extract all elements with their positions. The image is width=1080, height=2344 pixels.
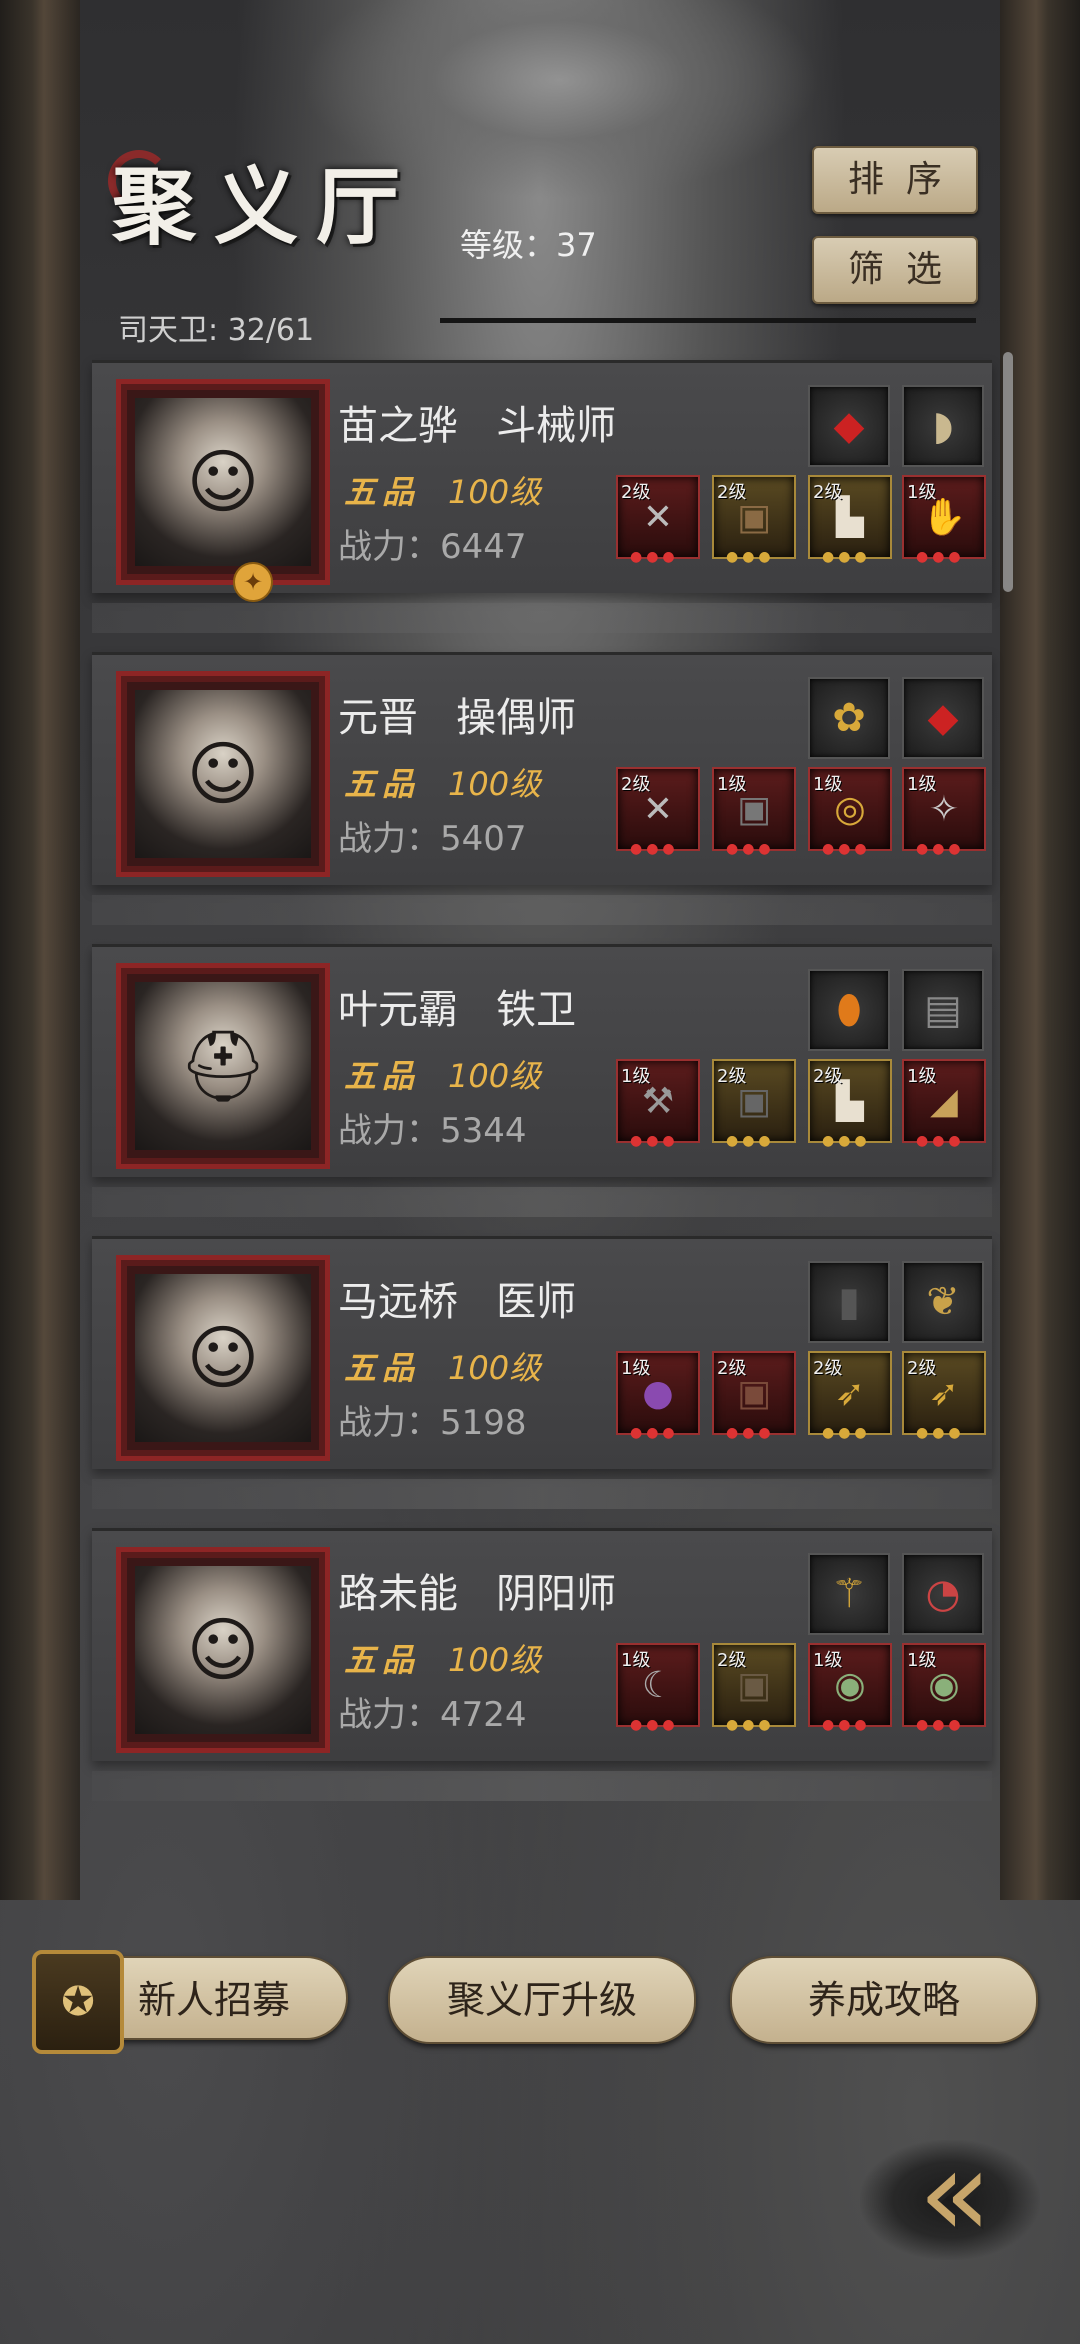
member-portrait[interactable]: ⛑: [116, 963, 330, 1169]
member-portrait[interactable]: ☺: [116, 1255, 330, 1461]
bracer-icon[interactable]: 1级 ◎ ●●●: [808, 767, 892, 857]
coin-icon[interactable]: 1级 ◉ ●●●: [902, 1643, 986, 1733]
needle-icon[interactable]: 2级 ➶ ●●●: [808, 1351, 892, 1441]
member-grade: 五品: [344, 1057, 421, 1095]
portrait-image: ⛑: [135, 982, 311, 1150]
member-portrait[interactable]: ☺: [116, 1547, 330, 1753]
coin-icon[interactable]: 1级 ◉ ●●●: [808, 1643, 892, 1733]
member-level: 100级: [448, 1641, 542, 1679]
left-frame-decoration: [0, 0, 80, 1900]
crossbow-icon[interactable]: 2级 ✕ ●●●: [616, 475, 700, 565]
member-name-title: 元晋 操偶师: [338, 695, 577, 741]
gauntlet-icon[interactable]: 1级 ✋ ●●●: [902, 475, 986, 565]
member-power: 战力：6447: [338, 527, 527, 567]
member-power: 战力：5407: [338, 819, 527, 859]
member-card[interactable]: ☺ 路未能 阴阳师 五品 100级 战力：4724 ⚚ ◔ 1级 ☾ ●●● 2级 ▣…: [92, 1528, 992, 1801]
member-power: 战力：5198: [338, 1403, 527, 1443]
recruit-token-icon: ✪: [32, 1950, 124, 2054]
amulet-icon[interactable]: 1级 ✧ ●●●: [902, 767, 986, 857]
member-name-title: 马远桥 医师: [338, 1279, 577, 1325]
member-name-title: 路未能 阴阳师: [338, 1571, 617, 1617]
armor-icon[interactable]: 1级 ▣ ●●●: [712, 767, 796, 857]
portrait-image: ☺: [135, 1566, 311, 1734]
member-name-title: 苗之骅 斗械师: [338, 403, 617, 449]
member-card[interactable]: ☺ ✦ 苗之骅 斗械师 五品 100级 战力：6447 ◆ ◗ 2级 ✕ ●●● 2…: [92, 360, 992, 633]
comb-icon[interactable]: ◗: [902, 385, 984, 467]
staff-icon[interactable]: ⚚: [808, 1553, 890, 1635]
right-frame-decoration: [1000, 0, 1080, 1900]
crossbow-icon[interactable]: 2级 ✕ ●●●: [616, 767, 700, 857]
hall-upgrade-button[interactable]: 聚义厅升级: [388, 1956, 696, 2044]
crimson-gem-icon[interactable]: ◆: [808, 385, 890, 467]
portrait-image: ☺: [135, 690, 311, 858]
member-level: 100级: [448, 1349, 542, 1387]
needle-icon[interactable]: 2级 ➶ ●●●: [902, 1351, 986, 1441]
armor-icon[interactable]: 2级 ▣ ●●●: [712, 475, 796, 565]
helmet-icon[interactable]: 1级 ◢ ●●●: [902, 1059, 986, 1149]
amber-gem-icon[interactable]: ⬮: [808, 969, 890, 1051]
tablet-icon[interactable]: ▮: [808, 1261, 890, 1343]
member-level: 100级: [448, 1057, 542, 1095]
page-title: 聚义厅: [112, 157, 419, 256]
member-grade: 五品: [344, 765, 421, 803]
member-card[interactable]: ☺ 元晋 操偶师 五品 100级 战力：5407 ✿ ◆ 2级 ✕ ●●● 1级 ▣ ●…: [92, 652, 992, 925]
scythe-icon[interactable]: 1级 ☾ ●●●: [616, 1643, 700, 1733]
armor-icon[interactable]: 2级 ▣ ●●●: [712, 1351, 796, 1441]
member-grade: 五品: [344, 1349, 421, 1387]
member-level: 100级: [448, 473, 542, 511]
armor-icon[interactable]: 2级 ▣ ●●●: [712, 1059, 796, 1149]
list-scrollbar[interactable]: [1003, 352, 1013, 592]
guide-button[interactable]: 养成攻略: [730, 1956, 1038, 2044]
back-arrow-icon[interactable]: «: [885, 2135, 1025, 2255]
fan-icon[interactable]: ◔: [902, 1553, 984, 1635]
member-grade: 五品: [344, 473, 421, 511]
member-portrait[interactable]: ☺: [116, 671, 330, 877]
member-portrait[interactable]: ☺ ✦: [116, 379, 330, 602]
hall-level: 等级：37: [460, 226, 597, 264]
crimson-gem-icon[interactable]: ◆: [902, 677, 984, 759]
portrait-image: ☺: [135, 398, 311, 566]
box-icon[interactable]: ▤: [902, 969, 984, 1051]
guard-count: 司天卫: 32/61: [118, 313, 315, 348]
hammer-icon[interactable]: 1级 ⚒ ●●●: [616, 1059, 700, 1149]
armor-icon[interactable]: 2级 ▣ ●●●: [712, 1643, 796, 1733]
feather-icon[interactable]: ❦: [902, 1261, 984, 1343]
gourd-icon[interactable]: 1级 ● ●●●: [616, 1351, 700, 1441]
member-card[interactable]: ⛑ 叶元霸 铁卫 五品 100级 战力：5344 ⬮ ▤ 1级 ⚒ ●●● 2级 ▣ ●…: [92, 944, 992, 1217]
filter-button[interactable]: 筛选: [812, 236, 978, 304]
boots-icon[interactable]: 2级 ▙ ●●●: [808, 1059, 892, 1149]
portrait-image: ☺: [135, 1274, 311, 1442]
member-power: 战力：5344: [338, 1111, 527, 1151]
member-name-title: 叶元霸 铁卫: [338, 987, 577, 1033]
lotus-icon[interactable]: ✿: [808, 677, 890, 759]
member-card[interactable]: ☺ 马远桥 医师 五品 100级 战力：5198 ▮ ❦ 1级 ● ●●● 2级 ▣ ●…: [92, 1236, 992, 1509]
header-divider: [440, 318, 976, 323]
boots-icon[interactable]: 2级 ▙ ●●●: [808, 475, 892, 565]
class-badge-icon: ✦: [233, 562, 273, 602]
member-level: 100级: [448, 765, 542, 803]
sort-button[interactable]: 排序: [812, 146, 978, 214]
member-grade: 五品: [344, 1641, 421, 1679]
member-power: 战力：4724: [338, 1695, 527, 1735]
